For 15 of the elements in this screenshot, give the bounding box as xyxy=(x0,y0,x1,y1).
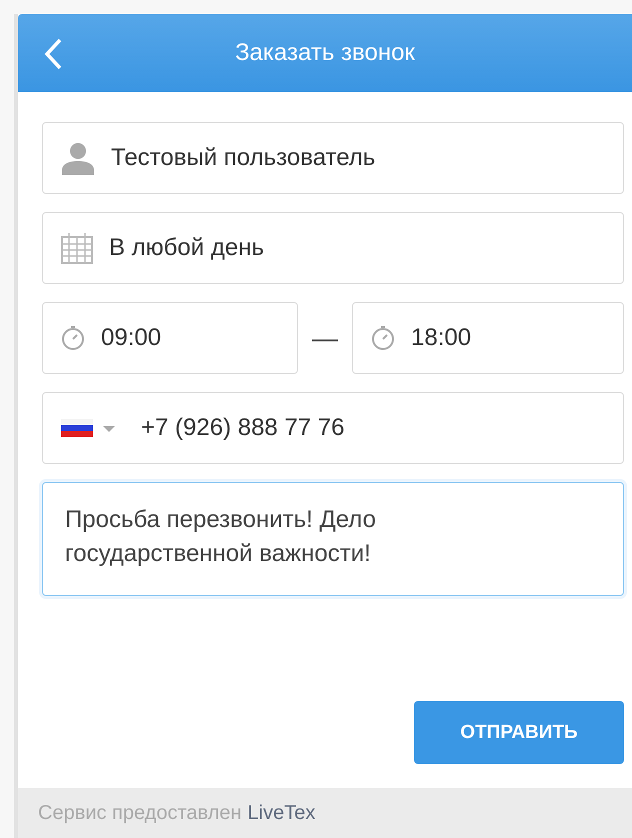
range-dash: — xyxy=(312,322,338,354)
back-icon[interactable] xyxy=(44,38,62,70)
time-from-field[interactable]: 09:00 xyxy=(42,302,298,374)
stopwatch-icon xyxy=(61,325,85,351)
name-field[interactable]: Тестовый пользователь xyxy=(42,122,624,194)
calendar-icon xyxy=(61,232,93,264)
stopwatch-icon xyxy=(371,325,395,351)
person-icon xyxy=(61,141,95,175)
date-field[interactable]: В любой день xyxy=(42,212,624,284)
header-title: Заказать звонок xyxy=(234,39,416,67)
footer-text: Сервис предоставлен xyxy=(38,802,242,824)
phone-field[interactable]: +7 (926) 888 77 76 xyxy=(42,392,624,464)
time-to-field[interactable]: 18:00 xyxy=(352,302,624,374)
message-field[interactable]: Просьба перезвонить! Дело государственной важности! xyxy=(42,482,624,596)
footer-link[interactable]: LiveTex xyxy=(248,802,316,824)
